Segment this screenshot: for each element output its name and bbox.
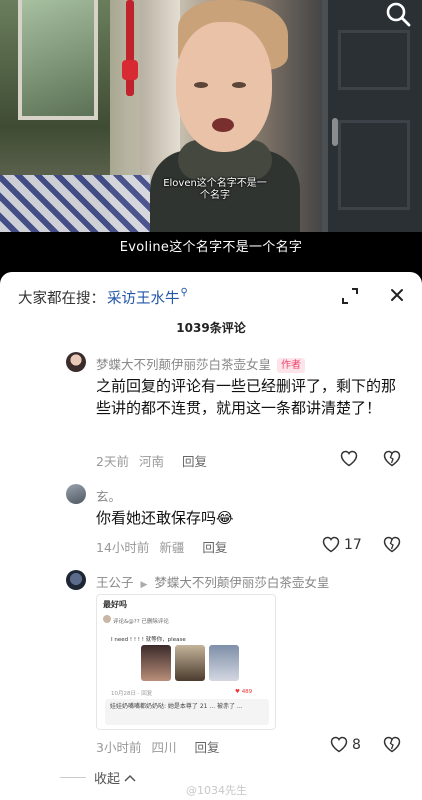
card-subtitle: 评论&@?? 已删除评论: [113, 619, 169, 625]
door-panel: [338, 120, 410, 210]
collapse-replies-button[interactable]: 收起: [60, 768, 136, 787]
patterned-cushion: [0, 175, 150, 232]
comment-location: 四川: [151, 740, 177, 755]
comment-sheet: 大家都在搜： 采访王水牛 ⚲ 1039条评论 梦蝶大不列颠伊丽莎白茶壶女皇 作者 …: [0, 272, 422, 800]
search-icon[interactable]: [384, 0, 412, 28]
red-decoration-knot: [122, 60, 138, 80]
broken-heart-icon[interactable]: [383, 536, 401, 553]
like-button[interactable]: [340, 450, 362, 467]
comment-location: 河南: [138, 454, 164, 469]
watermark: @1034先生: [186, 784, 247, 797]
card-meta: 10月28日 · 回复: [111, 691, 153, 697]
person-eye: [232, 82, 246, 88]
card-quote: 娃娃奶嘴嘴都奶奶哒: 她是本尊了 21 ... 被赤了 ...: [105, 699, 269, 725]
comment-username[interactable]: 玄。: [96, 486, 121, 505]
trending-search-prefix: 大家都在搜：: [18, 290, 105, 307]
card-thumbnail: [209, 645, 239, 681]
card-thumbnail: [141, 645, 171, 681]
person-face: [176, 22, 272, 152]
comment-username[interactable]: 王公子 ▶ 梦蝶大不列颠伊丽莎白茶壶女皇: [96, 572, 329, 591]
reply-button[interactable]: 回复: [182, 454, 207, 469]
avatar[interactable]: [66, 352, 86, 372]
search-icon: ⚲: [180, 286, 188, 298]
collapse-label: 收起: [94, 772, 121, 787]
comment-username-text[interactable]: 王公子: [96, 575, 134, 590]
close-button[interactable]: [386, 284, 408, 306]
background-window: [18, 0, 98, 120]
card-thumbnail: [175, 645, 205, 681]
video-subtitle: Evoline这个名字不是一个名字: [119, 240, 303, 255]
comment-meta: 14小时前 新疆 回复: [96, 537, 227, 556]
comment-text: 之前回复的评论有一些已经删评了，剩下的那些讲的都不连贯，就用这一条都讲清楚了！: [96, 377, 397, 417]
video-player[interactable]: Eloven这个名字不是一个名字 Evoline这个名字不是一个名字: [0, 0, 422, 272]
card-like-value: 489: [241, 689, 253, 695]
red-decoration: [126, 0, 134, 96]
broken-heart-icon[interactable]: [383, 450, 401, 467]
person-mouth: [212, 118, 234, 132]
comment-meta: 3小时前 四川 回复: [96, 737, 219, 756]
like-count: 17: [344, 536, 362, 553]
like-button[interactable]: 8: [330, 736, 361, 753]
trending-search-term[interactable]: 采访王水牛: [107, 287, 180, 308]
comment-time: 14小时前: [96, 540, 150, 555]
door-panel: [338, 30, 410, 90]
card-like-count: ♥ 489: [235, 689, 253, 695]
like-button[interactable]: 17: [322, 536, 362, 553]
heart-icon: [322, 536, 340, 553]
expand-icon[interactable]: [340, 286, 360, 306]
avatar[interactable]: [66, 570, 86, 590]
reply-button[interactable]: 回复: [202, 540, 227, 555]
heart-icon: [340, 450, 358, 467]
reply-to-username[interactable]: 梦蝶大不列颠伊丽莎白茶壶女皇: [154, 575, 329, 590]
comment-location: 新疆: [159, 540, 185, 555]
comment-count: 1039条评论: [176, 321, 246, 335]
comment-time: 3小时前: [96, 740, 142, 755]
divider: [60, 777, 86, 778]
like-count: 8: [352, 736, 361, 753]
person-eye: [194, 82, 208, 88]
video-frame: Eloven这个名字不是一个名字: [0, 0, 422, 232]
author-badge: 作者: [277, 358, 306, 373]
comment-time: 2天前: [96, 454, 129, 469]
chevron-up-icon: [124, 774, 136, 782]
trending-search[interactable]: 大家都在搜： 采访王水牛 ⚲: [18, 286, 188, 308]
comment-username-text[interactable]: 梦蝶大不列颠伊丽莎白茶壶女皇: [96, 357, 271, 372]
avatar[interactable]: [66, 484, 86, 504]
comment-image[interactable]: 最好吗 评论&@?? 已删除评论 I need ! ! ! ! 就等你，plea…: [96, 594, 276, 730]
card-title: 最好吗: [103, 600, 127, 609]
card-text: I need ! ! ! ! 就等你，please: [111, 637, 186, 643]
comment-username[interactable]: 梦蝶大不列颠伊丽莎白茶壶女皇 作者: [96, 354, 306, 374]
broken-heart-icon[interactable]: [383, 736, 401, 753]
avatar: [103, 615, 111, 623]
heart-icon: [330, 736, 348, 753]
comment-text: 你看她还敢保存吗😂: [96, 509, 234, 527]
reply-arrow-icon: ▶: [140, 580, 148, 590]
reply-button[interactable]: 回复: [194, 740, 219, 755]
comment-meta: 2天前 河南 回复: [96, 451, 207, 470]
close-icon: [391, 289, 403, 301]
door-handle: [332, 118, 338, 146]
video-caption: Eloven这个名字不是一个名字: [163, 178, 267, 201]
